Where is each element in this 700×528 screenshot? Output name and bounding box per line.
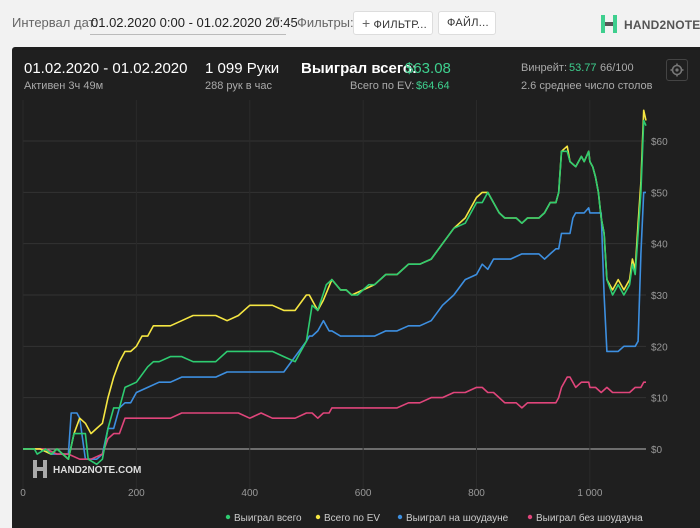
- x-axis-ticks: 0 200 400 600 800 1 000: [20, 488, 603, 499]
- series-line-0: [23, 119, 647, 466]
- legend-marker: [527, 514, 533, 520]
- chart-legend: Выиграл всего Всего по EV Выиграл на шоуда…: [225, 512, 643, 524]
- legend-marker: [397, 514, 403, 520]
- y-tick-label: $0: [651, 445, 663, 456]
- chart-grid: [22, 100, 646, 490]
- profit-chart: $0$10$20$30$40$50$60 0 200 400 600 800 1 000 …: [20, 100, 668, 524]
- legend-marker: [315, 514, 321, 520]
- x-tick-label: 600: [355, 488, 372, 499]
- y-tick-label: $30: [651, 291, 668, 302]
- x-tick-label: 800: [468, 488, 485, 499]
- series-line-1: [23, 109, 647, 460]
- y-tick-label: $50: [651, 188, 668, 199]
- legend-item[interactable]: Всего по EV: [324, 513, 380, 524]
- y-tick-label: $60: [651, 137, 668, 148]
- x-tick-label: 200: [128, 488, 145, 499]
- watermark: HAND2NOTE.COM: [33, 460, 141, 478]
- y-tick-label: $20: [651, 342, 668, 353]
- y-tick-label: $10: [651, 394, 668, 405]
- x-tick-label: 1 000: [577, 488, 602, 499]
- series-line-2: [23, 191, 646, 460]
- legend-item[interactable]: Выиграл на шоудауне: [406, 513, 509, 524]
- legend-item[interactable]: Выиграл всего: [234, 513, 302, 524]
- x-tick-label: 0: [20, 488, 26, 499]
- y-tick-label: $40: [651, 240, 668, 251]
- legend-item[interactable]: Выиграл без шоудауна: [536, 512, 643, 524]
- x-tick-label: 400: [241, 488, 258, 499]
- legend-marker: [225, 514, 231, 520]
- chart-series: [23, 109, 647, 466]
- y-axis-ticks: $0 $10 $20 $30 $40 $50 $60: [651, 137, 668, 456]
- watermark-text: HAND2NOTE.COM: [53, 465, 141, 476]
